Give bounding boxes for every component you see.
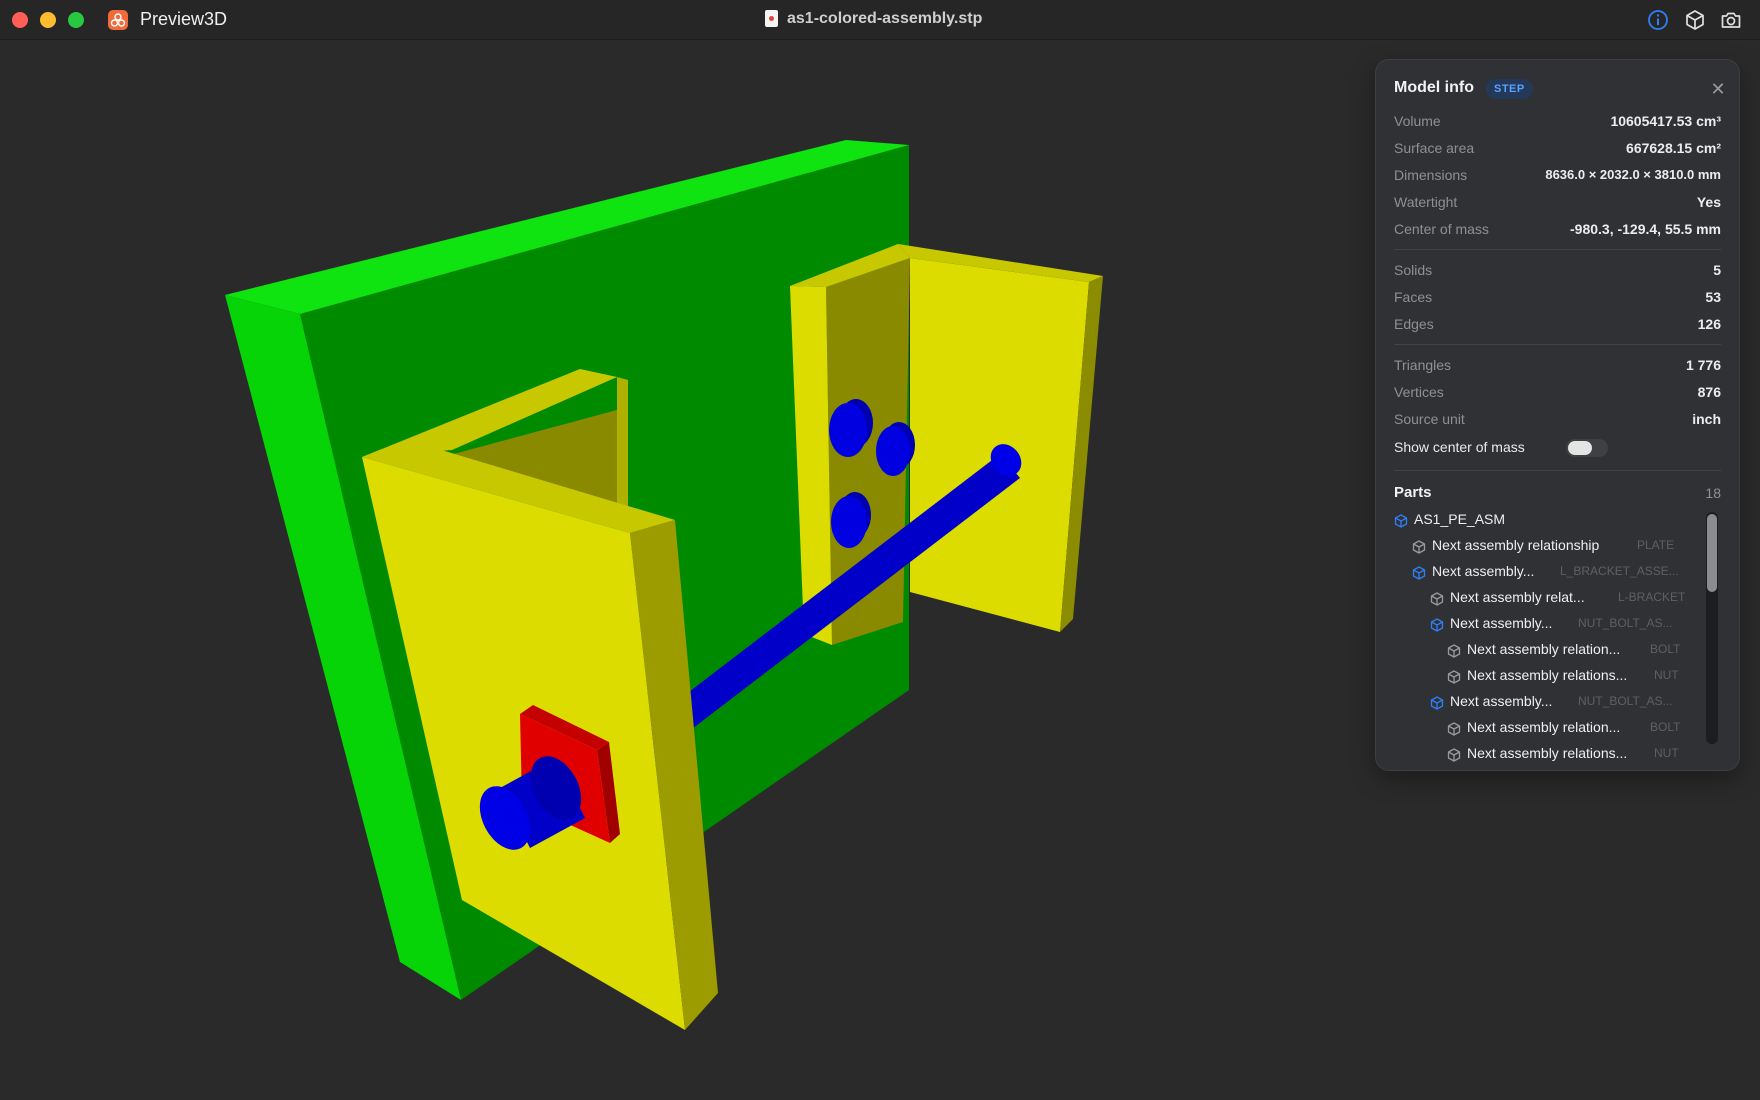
property-value: 10605417.53 cm³ xyxy=(1610,113,1721,129)
part-cube-icon xyxy=(1447,668,1461,684)
show-center-of-mass-row: Show center of mass xyxy=(1394,435,1721,459)
property-value: 1 776 xyxy=(1685,357,1721,373)
part-name: Next assembly... xyxy=(1450,615,1553,631)
document-icon xyxy=(765,10,778,27)
part-cube-icon xyxy=(1447,720,1461,736)
part-name: Next assembly relationship xyxy=(1432,537,1600,553)
part-name: Next assembly... xyxy=(1432,563,1535,579)
part-type-tag: NUT_BOLT_AS... xyxy=(1578,694,1673,708)
mesh-row-vertices: Vertices 876 xyxy=(1394,380,1721,404)
property-value: 876 xyxy=(1697,384,1721,400)
parts-scrollbar[interactable] xyxy=(1706,512,1718,744)
property-row-dimensions: Dimensions 8636.0 × 2032.0 × 3810.0 mm xyxy=(1394,163,1721,187)
mesh-row-triangles: Triangles 1 776 xyxy=(1394,353,1721,377)
property-label: Vertices xyxy=(1394,384,1444,400)
part-type-tag: L-BRACKET xyxy=(1618,590,1686,604)
topology-row-faces: Faces 53 xyxy=(1394,285,1721,309)
property-value: inch xyxy=(1692,411,1721,427)
part-name: Next assembly relat... xyxy=(1450,589,1585,605)
property-label: Solids xyxy=(1394,262,1433,278)
app-logo-icon xyxy=(108,10,128,30)
property-label: Surface area xyxy=(1394,140,1475,156)
property-row-volume: Volume 10605417.53 cm³ xyxy=(1394,109,1721,133)
part-type-tag: BOLT xyxy=(1650,642,1681,656)
part-cube-icon xyxy=(1447,642,1461,658)
format-badge: STEP xyxy=(1486,79,1533,99)
property-value: 53 xyxy=(1705,289,1721,305)
part-name: AS1_PE_ASM xyxy=(1414,511,1506,527)
divider xyxy=(1394,470,1721,471)
property-value: -980.3, -129.4, 55.5 mm xyxy=(1570,221,1721,237)
part-cube-icon xyxy=(1430,590,1444,606)
property-label: Watertight xyxy=(1394,194,1458,210)
camera-icon[interactable] xyxy=(1720,9,1742,31)
part-type-tag: NUT_BOLT_AS... xyxy=(1578,616,1673,630)
panel-title: Model info xyxy=(1394,79,1474,96)
show-center-of-mass-toggle[interactable] xyxy=(1566,439,1608,457)
info-icon[interactable] xyxy=(1647,9,1669,31)
model-info-panel: Model info STEP ✕ Volume 10605417.53 cm³… xyxy=(1375,59,1740,771)
close-icon[interactable]: ✕ xyxy=(1709,80,1727,98)
part-type-tag: NUT xyxy=(1654,668,1679,682)
divider xyxy=(1394,249,1721,250)
property-value: 8636.0 × 2032.0 × 3810.0 mm xyxy=(1545,167,1721,182)
property-label: Center of mass xyxy=(1394,221,1489,237)
part-name: Next assembly relation... xyxy=(1467,719,1621,735)
property-row-surface-area: Surface area 667628.15 cm² xyxy=(1394,136,1721,160)
property-value: 667628.15 cm² xyxy=(1626,140,1721,156)
part-name: Next assembly relation... xyxy=(1467,641,1621,657)
window-close-button[interactable] xyxy=(12,12,28,28)
assembly-cube-icon xyxy=(1430,694,1444,710)
toggle-label: Show center of mass xyxy=(1394,439,1525,455)
property-label: Faces xyxy=(1394,289,1433,305)
part-cube-icon xyxy=(1447,746,1461,762)
mesh-row-source-unit: Source unit inch xyxy=(1394,407,1721,431)
part-type-tag: NUT xyxy=(1654,746,1679,760)
property-value: 5 xyxy=(1713,262,1721,278)
cube-icon[interactable] xyxy=(1684,9,1706,31)
property-label: Volume xyxy=(1394,113,1441,129)
app-name: Preview3D xyxy=(140,9,228,29)
part-name: Next assembly relations... xyxy=(1467,667,1628,683)
divider xyxy=(1394,344,1721,345)
part-name: Next assembly... xyxy=(1450,693,1553,709)
topology-row-solids: Solids 5 xyxy=(1394,258,1721,282)
title-bar: Preview3D as1-colored-assembly.stp xyxy=(0,0,1760,40)
topology-row-edges: Edges 126 xyxy=(1394,312,1721,336)
part-cube-icon xyxy=(1412,538,1426,554)
parts-count: 18 xyxy=(1705,485,1721,501)
property-row-watertight: Watertight Yes xyxy=(1394,190,1721,214)
assembly-cube-icon xyxy=(1430,616,1444,632)
property-label: Edges xyxy=(1394,316,1434,332)
property-value: 126 xyxy=(1697,316,1721,332)
window-minimize-button[interactable] xyxy=(40,12,56,28)
property-label: Triangles xyxy=(1394,357,1452,373)
parts-tree[interactable]: AS1_PE_ASM Next assembly relationship PLAT… xyxy=(1376,508,1706,768)
document-title: as1-colored-assembly.stp xyxy=(787,10,983,27)
assembly-cube-icon xyxy=(1394,512,1408,528)
property-value: Yes xyxy=(1696,194,1721,210)
scrollbar-thumb[interactable] xyxy=(1707,514,1717,592)
part-type-tag: BOLT xyxy=(1650,720,1681,734)
part-name: Next assembly relations... xyxy=(1467,745,1628,761)
part-type-tag: L_BRACKET_ASSE... xyxy=(1560,564,1679,578)
property-row-center-of-mass: Center of mass -980.3, -129.4, 55.5 mm xyxy=(1394,217,1721,241)
property-label: Source unit xyxy=(1394,411,1465,427)
property-label: Dimensions xyxy=(1394,167,1468,183)
part-type-tag: PLATE xyxy=(1637,538,1675,552)
assembly-cube-icon xyxy=(1412,564,1426,580)
window-zoom-button[interactable] xyxy=(68,12,84,28)
app-window: Preview3D as1-colored-assembly.stp Model… xyxy=(0,0,1760,1100)
parts-title: Parts xyxy=(1394,484,1432,501)
